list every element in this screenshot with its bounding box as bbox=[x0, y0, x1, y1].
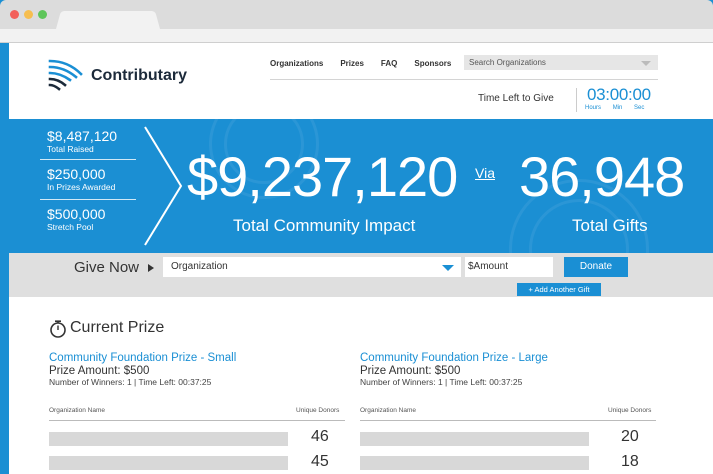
timer-units: Hours Min Sec bbox=[585, 105, 654, 111]
donor-count: 46 bbox=[311, 428, 329, 445]
search-placeholder: Search Organizations bbox=[469, 58, 546, 67]
brand-name[interactable]: Contributary bbox=[91, 67, 187, 85]
prize-card-small: Community Foundation Prize - Small Prize… bbox=[49, 352, 349, 388]
donor-count: 18 bbox=[621, 453, 639, 470]
stopwatch-icon bbox=[50, 320, 66, 338]
stat-value: $250,000 bbox=[47, 166, 106, 182]
nav-sponsors[interactable]: Sponsors bbox=[414, 59, 451, 68]
column-header-organization: Organization Name bbox=[360, 407, 416, 414]
column-header-donors: Unique Donors bbox=[296, 407, 340, 414]
site-header: Contributary Organizations Prizes FAQ Sp… bbox=[9, 43, 713, 119]
stat-prizes-awarded: $250,000 In Prizes Awarded bbox=[47, 166, 116, 193]
stat-value: $8,487,120 bbox=[47, 128, 118, 144]
timer-unit-min: Min bbox=[612, 105, 623, 111]
page: Contributary Organizations Prizes FAQ Sp… bbox=[9, 43, 713, 474]
minimize-window-button[interactable] bbox=[24, 10, 33, 19]
nav-prizes[interactable]: Prizes bbox=[340, 59, 364, 68]
table-header-divider bbox=[49, 420, 345, 421]
donor-count: 45 bbox=[311, 453, 329, 470]
maximize-window-button[interactable] bbox=[38, 10, 47, 19]
column-header-donors: Unique Donors bbox=[608, 407, 652, 414]
close-window-button[interactable] bbox=[10, 10, 19, 19]
table-row[interactable] bbox=[360, 432, 589, 446]
total-impact-label: Total Community Impact bbox=[233, 216, 416, 235]
give-now-label: Give Now bbox=[74, 259, 140, 276]
amount-input[interactable]: $Amount bbox=[465, 257, 553, 277]
chevron-down-icon[interactable] bbox=[641, 61, 651, 66]
stat-label: In Prizes Awarded bbox=[47, 182, 116, 192]
stat-divider bbox=[40, 199, 136, 200]
stat-value: $500,000 bbox=[47, 206, 106, 222]
prize-meta: Number of Winners: 1 | Time Left: 00:37:… bbox=[49, 377, 212, 387]
donor-count: 20 bbox=[621, 428, 639, 445]
prize-card-large: Community Foundation Prize - Large Prize… bbox=[360, 352, 660, 388]
table-row[interactable] bbox=[49, 432, 288, 446]
browser-titlebar bbox=[0, 0, 713, 29]
search-organizations-input[interactable]: Search Organizations bbox=[464, 55, 658, 70]
organization-select[interactable]: Organization bbox=[163, 257, 461, 277]
current-prize-title: Current Prize bbox=[70, 319, 165, 336]
prize-amount: Prize Amount: $500 bbox=[360, 365, 461, 377]
time-left-label: Time Left to Give bbox=[478, 93, 554, 104]
browser-window: Contributary Organizations Prizes FAQ Sp… bbox=[0, 0, 713, 474]
triangle-right-icon bbox=[148, 264, 154, 272]
impact-banner: $8,487,120 Total Raised $250,000 In Priz… bbox=[9, 119, 713, 253]
nav-faq[interactable]: FAQ bbox=[381, 59, 397, 68]
give-now-bar: Give Now Organization $Amount Donate + A… bbox=[9, 253, 713, 297]
stat-label: Total Raised bbox=[47, 144, 94, 154]
stat-label: Stretch Pool bbox=[47, 222, 94, 232]
contributary-logo-icon[interactable] bbox=[48, 57, 84, 91]
browser-tab[interactable] bbox=[56, 10, 160, 29]
prize-title[interactable]: Community Foundation Prize - Small bbox=[49, 352, 349, 365]
chevron-right-icon bbox=[144, 126, 183, 246]
chevron-down-icon[interactable] bbox=[442, 265, 454, 271]
table-header-divider bbox=[360, 420, 656, 421]
total-impact-value: $9,237,120 bbox=[187, 145, 458, 208]
header-divider bbox=[270, 79, 658, 80]
total-gifts-value: 36,948 bbox=[519, 145, 685, 208]
timer-divider bbox=[576, 88, 577, 112]
column-header-organization: Organization Name bbox=[49, 407, 105, 414]
timer-unit-sec: Sec bbox=[634, 105, 645, 111]
main-nav: Organizations Prizes FAQ Sponsors bbox=[270, 59, 468, 68]
nav-organizations[interactable]: Organizations bbox=[270, 59, 323, 68]
via-label: Via bbox=[475, 165, 495, 181]
timer-unit-hours: Hours bbox=[585, 105, 602, 111]
prize-meta: Number of Winners: 1 | Time Left: 00:37:… bbox=[360, 377, 523, 387]
total-gifts-label: Total Gifts bbox=[572, 216, 648, 235]
organization-placeholder: Organization bbox=[171, 261, 228, 272]
countdown-timer: 03:00:00 bbox=[587, 85, 651, 104]
add-another-gift-button[interactable]: + Add Another Gift bbox=[517, 283, 601, 296]
table-row[interactable] bbox=[49, 456, 288, 470]
browser-toolbar bbox=[0, 29, 713, 43]
stat-total-raised: $8,487,120 Total Raised bbox=[47, 128, 118, 155]
prize-title[interactable]: Community Foundation Prize - Large bbox=[360, 352, 660, 365]
prize-amount: Prize Amount: $500 bbox=[49, 365, 150, 377]
table-row[interactable] bbox=[360, 456, 589, 470]
stat-divider bbox=[40, 159, 136, 160]
stat-stretch-pool: $500,000 Stretch Pool bbox=[47, 206, 106, 233]
donate-button[interactable]: Donate bbox=[564, 257, 628, 277]
